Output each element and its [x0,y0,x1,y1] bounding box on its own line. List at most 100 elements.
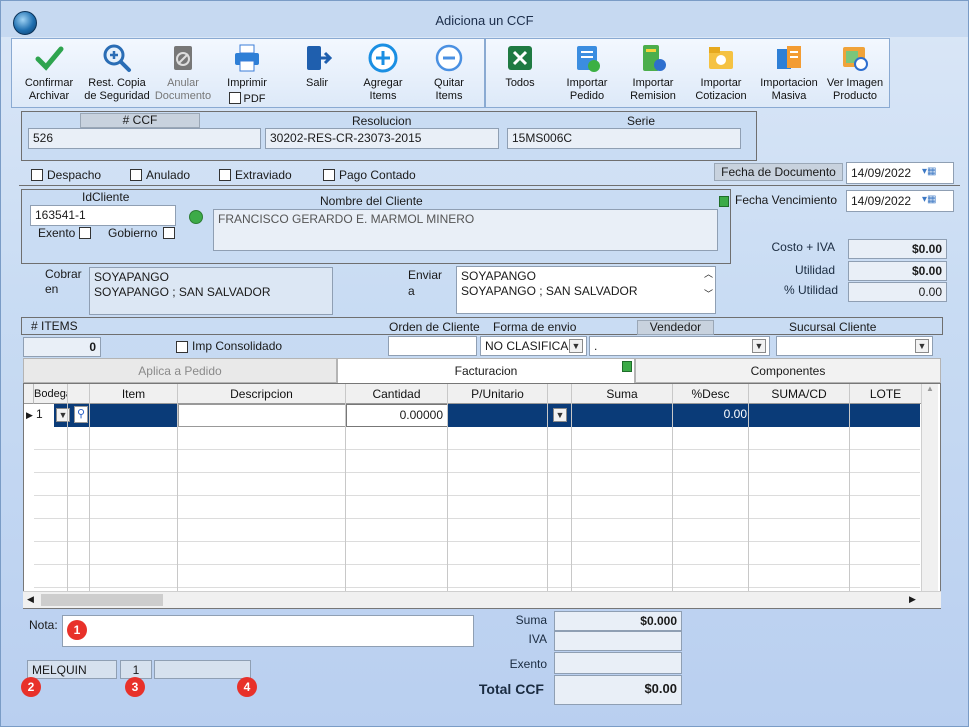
enviar-line1: SOYAPANGO [461,269,536,283]
import-remision-icon [643,45,666,71]
col-line [548,384,572,594]
confirm-archive-button[interactable]: Confirmar Archivar [12,43,86,103]
resolucion-field[interactable]: 30202-RES-CR-23073-2015 [265,128,499,149]
anulado-checkbox[interactable] [130,169,142,181]
fecha-documento-picker[interactable]: 14/09/2022 ▾▦ [846,162,954,184]
col-line [178,384,346,594]
bulk-import-icon [777,46,801,69]
enviar-address[interactable]: SOYAPANGO SOYAPANGO ; SAN SALVADOR ︿ ﹀ [456,266,716,314]
pago-contado-label: Pago Contado [339,168,416,182]
col-line [68,384,90,594]
row-header [24,384,34,404]
resolucion-label: Resolucion [352,114,412,128]
nota-field[interactable] [62,615,474,647]
total-ccf-field: $0.00 [554,675,682,705]
imp-consolidado-checkbox[interactable] [176,341,188,353]
items-count-field: 0 [23,337,101,357]
add-items-button[interactable]: Agregar Items [346,43,420,103]
main-window: Adiciona un CCF Confirmar Archivar Rest. … [0,0,969,727]
forma-envio-value: NO CLASIFICAD [485,339,578,353]
scroll-up-icon[interactable]: ▲ [922,384,938,393]
fecha-documento-value: 14/09/2022 [851,166,912,180]
despacho-label: Despacho [47,168,102,182]
suma-label: Suma [515,613,547,627]
costo-iva-label: Costo + IVA [771,240,835,254]
plus-circle-icon [368,43,398,73]
validate-client-icon[interactable] [189,210,203,224]
product-image-icon [843,47,868,71]
tab-componentes[interactable]: Componentes [635,358,941,383]
callout-badge-3: 3 [125,677,145,697]
window-title: Adiciona un CCF [435,13,534,28]
exit-button[interactable]: Salir [280,43,354,90]
chevron-down-icon[interactable]: ▼ [569,339,583,353]
print-button[interactable]: Imprimir PDF [210,43,284,106]
user-field: MELQUIN [27,660,117,679]
callout-badge-4: 4 [237,677,257,697]
pct-utilidad-field: 0.00 [848,282,947,302]
excel-all-button[interactable]: Todos [483,43,557,90]
cancel-document-button[interactable]: Anular Documento [146,43,220,103]
bulk-import-button[interactable]: Importacion Masiva [752,43,826,103]
tab-aplica-pedido[interactable]: Aplica a Pedido [23,358,337,383]
note-icon[interactable] [719,196,729,207]
nombre-cliente-label: Nombre del Cliente [320,194,423,208]
scroll-right-icon[interactable]: ▶ [909,594,916,605]
utilidad-label: Utilidad [794,263,835,277]
vendedor-select[interactable]: . [589,336,770,356]
chevron-down-icon[interactable]: ▼ [752,339,766,353]
exento-checkbox[interactable] [79,227,91,239]
fecha-vencimiento-picker[interactable]: 14/09/2022 ▾▦ [846,190,954,212]
view-product-image-button[interactable]: Ver Imagen Producto [818,43,892,103]
import-remision-button[interactable]: Importar Remision [616,43,690,103]
tab-strip: Aplica a Pedido Facturacion Componentes [23,358,941,383]
serie-field[interactable]: 15MS006C [507,128,741,149]
idcliente-label: IdCliente [82,190,130,204]
scroll-thumb[interactable] [41,594,163,606]
horizontal-scrollbar[interactable]: ◀ ▶ [23,591,941,608]
calendar-icon[interactable]: ▾▦ [922,166,946,180]
gobierno-label: Gobierno [108,226,158,240]
iva-field [554,631,682,651]
cobrar-line1: SOYAPANGO [94,270,169,284]
items-count-label: # ITEMS [31,319,78,333]
chevron-down-icon[interactable]: ▼ [915,339,929,353]
ccf-field[interactable]: 526 [28,128,261,149]
despacho-checkbox[interactable] [31,169,43,181]
exit-door-icon [307,46,332,70]
col-line [850,384,922,594]
enviar-label: Enviar [408,268,443,282]
zoom-in-icon [103,44,131,72]
forma-envio-label: Forma de envio [493,320,577,334]
gobierno-checkbox[interactable] [163,227,175,239]
pdf-checkbox[interactable] [228,92,241,104]
extraviado-checkbox[interactable] [219,169,231,181]
extraviado-label: Extraviado [235,168,292,182]
pct-utilidad-label: % Utilidad [783,283,838,297]
cobrar-address[interactable]: SOYAPANGO SOYAPANGO ; SAN SALVADOR [89,267,333,315]
callout-badge-1: 1 [67,620,87,640]
scroll-arrows-icon[interactable]: ︿ ﹀ [704,269,713,299]
import-order-button[interactable]: Importar Pedido [550,43,624,103]
enviar-label-a: a [408,284,415,298]
vendedor-value: . [594,339,598,353]
minus-circle-icon [435,44,463,72]
idcliente-field[interactable]: 163541-1 [30,205,176,226]
nombre-cliente-field[interactable]: FRANCISCO GERARDO E. MARMOL MINERO [213,209,718,251]
vertical-scrollbar[interactable]: ▲ [921,384,938,591]
scroll-left-icon[interactable]: ◀ [27,594,34,605]
calendar-icon[interactable]: ▾▦ [922,194,946,208]
orden-cliente-field[interactable] [388,336,477,356]
import-quote-button[interactable]: Importar Cotizacion [684,43,758,103]
tab-facturacion[interactable]: Facturacion [337,358,635,383]
col-line [34,384,68,594]
items-grid[interactable]: Bodega Item Descripcion Cantidad P/Unita… [23,383,941,609]
nota-label: Nota: [29,618,58,632]
import-order-icon [577,46,600,72]
pago-contado-checkbox[interactable] [323,169,335,181]
remove-items-button[interactable]: Quitar Items [412,43,486,103]
ccf-label: # CCF [80,113,200,128]
note-icon[interactable] [622,361,632,372]
sucursal-select[interactable] [776,336,933,356]
costo-iva-field: $0.00 [848,239,947,259]
